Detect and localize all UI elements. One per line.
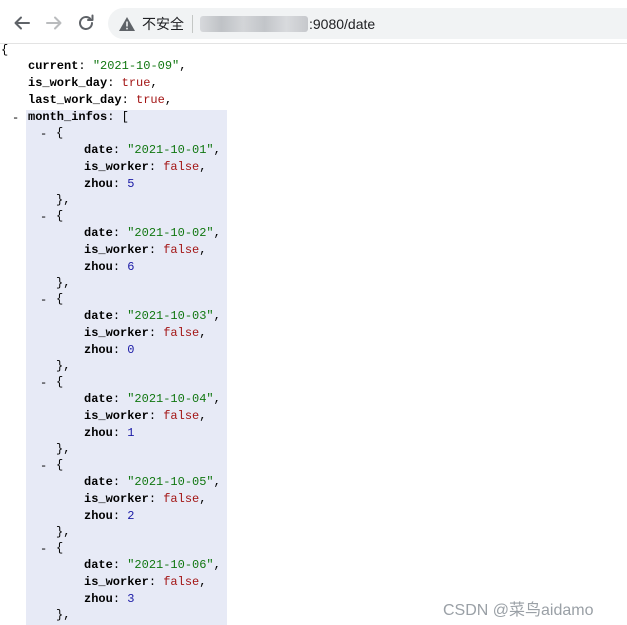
item-open-brace: { (56, 292, 64, 306)
item-close-brace: }, (56, 359, 71, 373)
collapse-toggle-item[interactable]: - (40, 376, 47, 390)
collapse-toggle-item[interactable]: - (40, 127, 47, 141)
item-field-zhou: zhou: 5 (84, 177, 135, 191)
json-viewer: { current: "2021-10-09", is_work_day: tr… (0, 0, 627, 625)
item-field-zhou: zhou: 3 (84, 592, 135, 606)
field-is-work-day: is_work_day: true, (28, 76, 158, 90)
item-field-is-worker: is_worker: false, (84, 326, 207, 340)
root-open-brace: { (1, 43, 9, 57)
item-open-brace: { (56, 458, 64, 472)
item-field-date: date: "2021-10-06", (84, 558, 221, 572)
item-field-is-worker: is_worker: false, (84, 492, 207, 506)
collapse-toggle-item[interactable]: - (40, 210, 47, 224)
item-open-brace: { (56, 541, 64, 555)
item-field-is-worker: is_worker: false, (84, 409, 207, 423)
item-close-brace: }, (56, 442, 71, 456)
csdn-watermark: CSDN @菜鸟aidamo (443, 602, 594, 619)
item-field-date: date: "2021-10-02", (84, 226, 221, 240)
field-last-work-day: last_work_day: true, (28, 93, 173, 107)
collapse-toggle-item[interactable]: - (40, 459, 47, 473)
item-field-date: date: "2021-10-04", (84, 392, 221, 406)
collapse-toggle-month-infos[interactable]: - (12, 111, 19, 125)
item-open-brace: { (56, 375, 64, 389)
item-open-brace: { (56, 126, 64, 140)
item-close-brace: }, (56, 525, 71, 539)
item-close-brace: }, (56, 608, 71, 622)
item-field-zhou: zhou: 2 (84, 509, 135, 523)
item-field-zhou: zhou: 1 (84, 426, 135, 440)
item-field-is-worker: is_worker: false, (84, 575, 207, 589)
field-month-infos: month_infos: [ (28, 110, 129, 124)
item-field-date: date: "2021-10-01", (84, 143, 221, 157)
collapse-toggle-item[interactable]: - (40, 542, 47, 556)
item-field-date: date: "2021-10-05", (84, 475, 221, 489)
item-field-is-worker: is_worker: false, (84, 243, 207, 257)
item-field-date: date: "2021-10-03", (84, 309, 221, 323)
item-close-brace: }, (56, 193, 71, 207)
collapse-toggle-item[interactable]: - (40, 293, 47, 307)
item-open-brace: { (56, 209, 64, 223)
item-field-is-worker: is_worker: false, (84, 160, 207, 174)
field-current: current: "2021-10-09", (28, 59, 187, 73)
item-close-brace: }, (56, 276, 71, 290)
item-field-zhou: zhou: 0 (84, 343, 135, 357)
item-field-zhou: zhou: 6 (84, 260, 135, 274)
